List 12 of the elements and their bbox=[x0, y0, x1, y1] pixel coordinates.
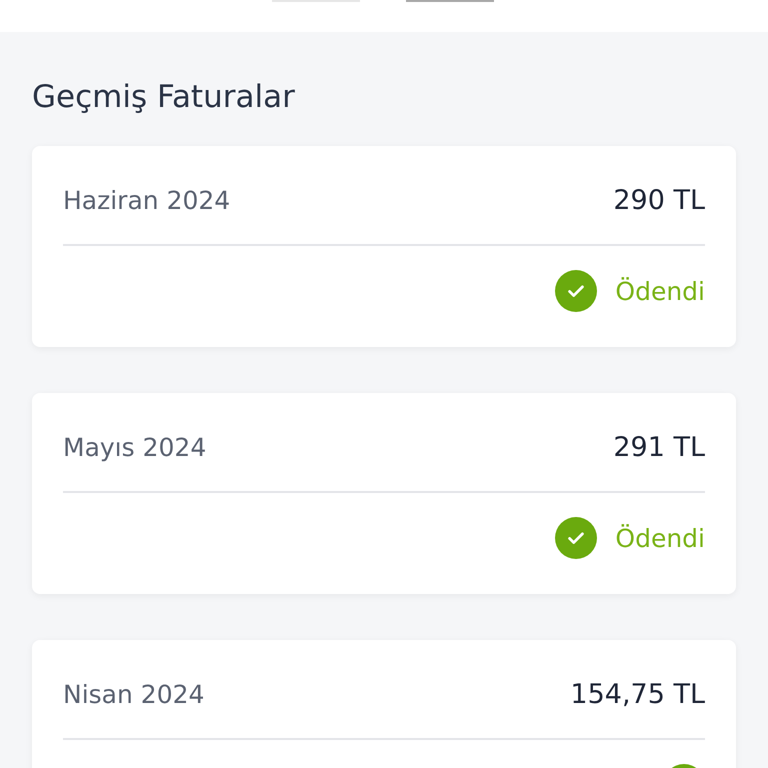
bill-period: Haziran 2024 bbox=[63, 186, 230, 214]
bill-amount: 154,75 TL bbox=[570, 678, 705, 710]
bill-amount: 291 TL bbox=[613, 432, 705, 462]
bill-card[interactable]: Nisan 2024 154,75 TL bbox=[32, 640, 736, 768]
bill-period: Nisan 2024 bbox=[63, 680, 204, 708]
page-title: Geçmiş Faturalar bbox=[32, 78, 296, 117]
bill-card[interactable]: Haziran 2024 290 TL Ödendi bbox=[32, 146, 736, 347]
bill-card[interactable]: Mayıs 2024 291 TL Ödendi bbox=[32, 393, 736, 594]
bill-period: Mayıs 2024 bbox=[63, 432, 206, 462]
status-label: Ödendi bbox=[615, 524, 705, 552]
bill-amount: 290 TL bbox=[613, 184, 705, 216]
status-label: Ödendi bbox=[615, 276, 705, 306]
